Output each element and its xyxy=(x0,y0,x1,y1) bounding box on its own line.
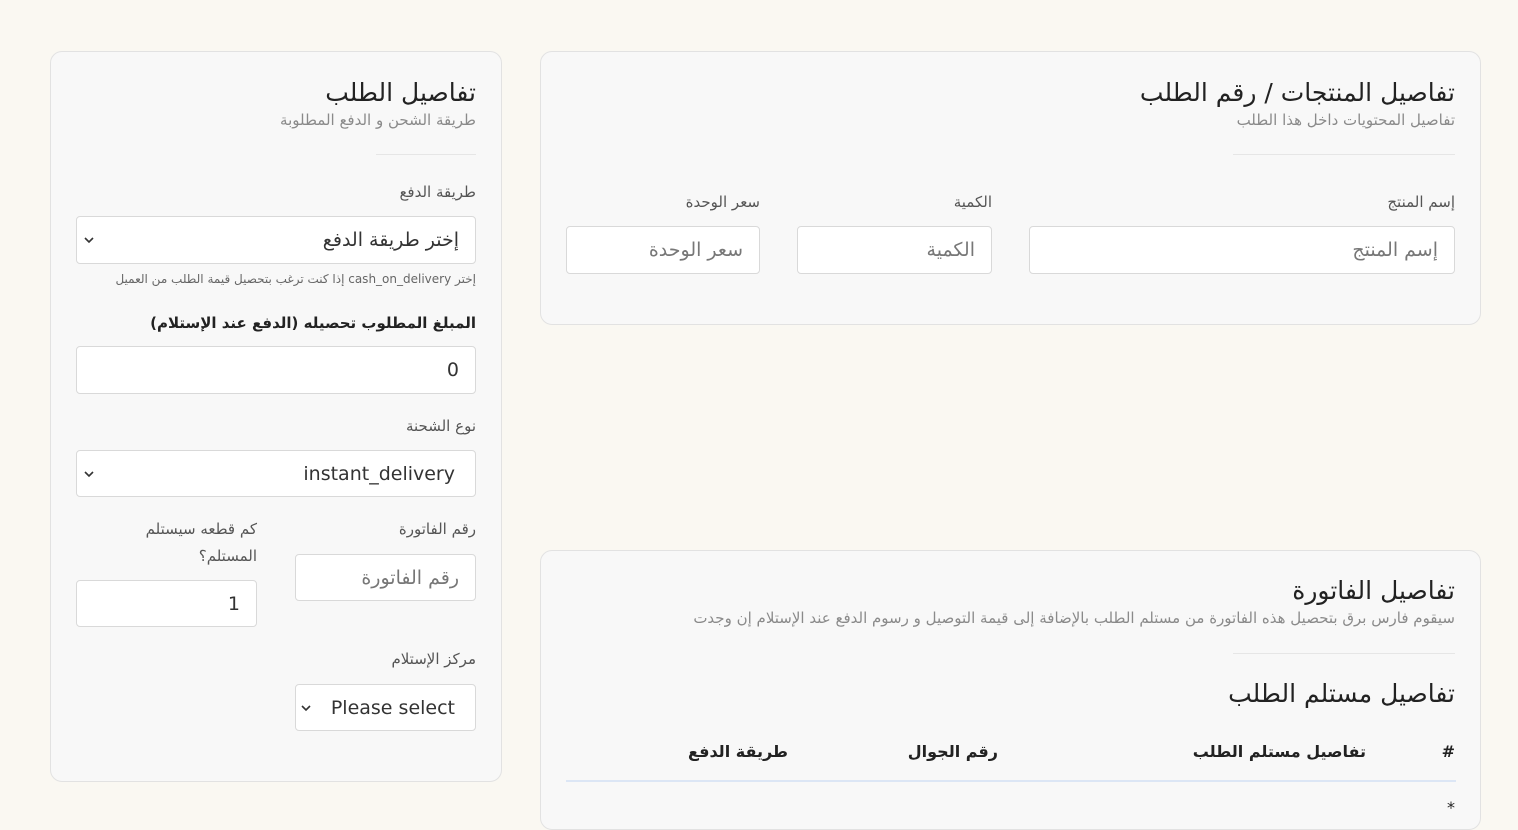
table-header-underline xyxy=(566,780,1456,782)
payment-method-label: طريقة الدفع xyxy=(399,183,476,201)
pieces-label-line2: المستلم؟ xyxy=(198,547,257,565)
table-header-index: # xyxy=(1441,742,1455,761)
unit-price-label: سعر الوحدة xyxy=(685,193,760,211)
shipment-type-label: نوع الشحنة xyxy=(405,417,476,435)
invoice-subtitle: سيقوم فارس برق بتحصيل هذه الفاتورة من مس… xyxy=(693,609,1455,627)
table-header-payment: طريقة الدفع xyxy=(688,742,788,761)
invoice-number-field[interactable] xyxy=(312,566,459,589)
quantity-input[interactable] xyxy=(797,226,992,274)
quantity-field[interactable] xyxy=(814,239,975,261)
invoice-number-input[interactable] xyxy=(295,554,476,601)
order-details-card: تفاصيل الطلب طريقة الشحن و الدفع المطلوب… xyxy=(50,51,502,782)
chevron-down-icon xyxy=(84,237,94,244)
pickup-center-value: Please select xyxy=(330,696,455,719)
products-title: تفاصيل المنتجات / رقم الطلب xyxy=(1139,78,1455,107)
chevron-down-icon xyxy=(301,704,311,711)
payment-method-select[interactable]: إختر طريقة الدفع xyxy=(76,216,476,264)
pieces-input[interactable]: 1 xyxy=(76,580,257,627)
order-details-title: تفاصيل الطلب xyxy=(325,78,476,107)
table-header-recipient: تفاصيل مستلم الطلب xyxy=(1192,742,1366,761)
unit-price-field[interactable] xyxy=(583,239,743,261)
payment-method-value: إختر طريقة الدفع xyxy=(322,229,459,251)
products-subtitle: تفاصيل المحتويات داخل هذا الطلب xyxy=(1236,111,1455,129)
pieces-label-line1: كم قطعه سيستلم xyxy=(145,520,257,538)
table-header-mobile: رقم الجوال xyxy=(907,742,998,761)
cod-amount-value: 0 xyxy=(446,359,459,381)
pickup-center-select[interactable]: Please select xyxy=(295,684,476,731)
product-name-input[interactable] xyxy=(1029,226,1455,274)
chevron-down-icon xyxy=(84,470,94,477)
table-row-marker: * xyxy=(1447,798,1455,817)
recipient-title: تفاصيل مستلم الطلب xyxy=(1228,679,1455,708)
invoice-divider xyxy=(1233,653,1455,654)
cod-amount-label: المبلغ المطلوب تحصيله (الدفع عند الإستلا… xyxy=(150,314,476,332)
quantity-label: الكمية xyxy=(953,193,992,211)
invoice-title: تفاصيل الفاتورة xyxy=(1292,576,1455,605)
unit-price-input[interactable] xyxy=(566,226,760,274)
invoice-card: تفاصيل الفاتورة سيقوم فارس برق بتحصيل هذ… xyxy=(540,550,1481,830)
products-card: تفاصيل المنتجات / رقم الطلب تفاصيل المحت… xyxy=(540,51,1481,325)
product-name-label: إسم المنتج xyxy=(1387,193,1455,211)
pickup-center-label: مركز الإستلام xyxy=(391,650,476,668)
shipment-type-value: instant_delivery xyxy=(303,462,455,485)
invoice-number-label: رقم الفاتورة xyxy=(398,520,476,538)
product-name-field[interactable] xyxy=(1046,239,1438,261)
payment-method-hint: إختر cash_on_delivery إذا كنت ترغب بتحصي… xyxy=(115,272,476,286)
cod-amount-input[interactable]: 0 xyxy=(76,346,476,394)
products-divider xyxy=(1233,154,1455,155)
order-details-divider xyxy=(376,154,476,155)
order-details-subtitle: طريقة الشحن و الدفع المطلوبة xyxy=(280,111,476,129)
shipment-type-select[interactable]: instant_delivery xyxy=(76,450,476,497)
pieces-value: 1 xyxy=(227,592,240,615)
